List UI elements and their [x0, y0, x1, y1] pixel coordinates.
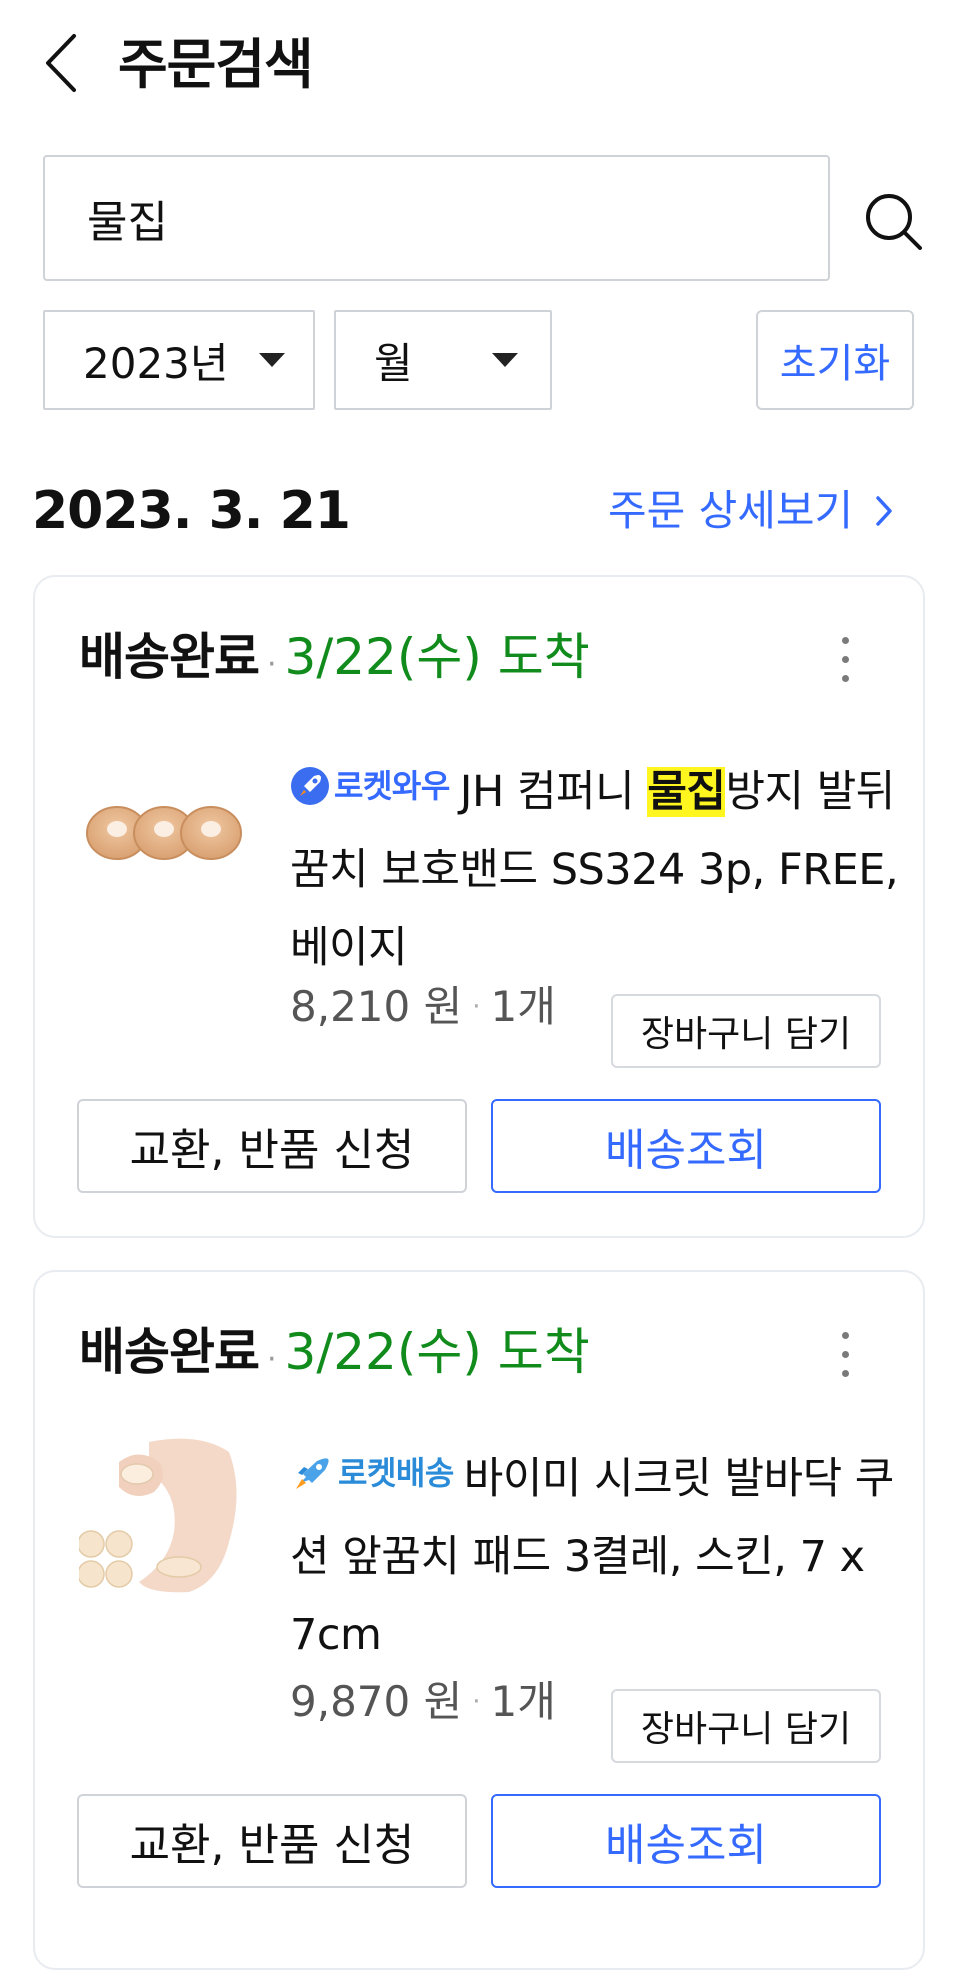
product-thumbnail[interactable] — [77, 1432, 249, 1602]
search-button[interactable] — [862, 190, 924, 252]
search-icon — [866, 194, 922, 250]
more-icon-dot — [841, 1370, 849, 1377]
badge-label: 로켓배송 — [338, 1454, 454, 1492]
product-name[interactable]: 로켓와우 JH 컴퍼니 물집방지 발뒤꿈치 보호밴드 SS324 3p, FRE… — [290, 747, 910, 987]
price: 9,870 원 — [290, 1677, 463, 1726]
rocket-wow-icon — [291, 767, 329, 805]
add-to-cart-button[interactable]: 장바구니 담기 — [611, 1689, 881, 1763]
chevron-right-icon — [876, 496, 892, 526]
reset-button[interactable]: 초기화 — [756, 310, 914, 410]
blister-bandage-image — [86, 806, 242, 860]
quantity: 1개 — [490, 1677, 556, 1726]
separator-dot: · — [472, 992, 481, 1022]
delivery-status-line: 배송완료 · 3/22(수) 도착 — [79, 621, 590, 701]
quantity: 1개 — [490, 982, 556, 1031]
search-field[interactable] — [43, 155, 830, 281]
separator-dot: · — [267, 1342, 277, 1377]
rocket-icon — [296, 1458, 329, 1489]
more-options-button[interactable] — [837, 637, 853, 689]
search-input[interactable] — [87, 192, 828, 244]
separator-dot: · — [267, 647, 277, 682]
delivery-status: 배송완료 — [79, 628, 260, 686]
caret-down-icon — [492, 353, 518, 367]
price-line: 9,870 원 · 1개 — [290, 1672, 556, 1732]
order-detail-link[interactable]: 주문 상세보기 — [608, 478, 893, 544]
year-select-value: 2023년 — [83, 338, 229, 388]
product-thumbnail[interactable] — [79, 745, 249, 915]
price: 8,210 원 — [290, 982, 463, 1031]
chevron-left-icon — [46, 34, 76, 92]
rocket-delivery-badge: 로켓배송 — [290, 1434, 454, 1512]
order-detail-label: 주문 상세보기 — [608, 486, 854, 535]
more-options-button[interactable] — [837, 1332, 853, 1384]
track-delivery-button[interactable]: 배송조회 — [491, 1099, 881, 1193]
product-name[interactable]: 로켓배송 바이미 시크릿 발바닥 쿠션 앞꿈치 패드 3켤레, 스킨, 7 x … — [290, 1434, 910, 1674]
delivery-status-line: 배송완료 · 3/22(수) 도착 — [79, 1316, 590, 1396]
order-card: 배송완료 · 3/22(수) 도착 로켓와우 JH 컴퍼니 물집방지 발뒤꿈치 … — [33, 575, 925, 1238]
more-icon-dot — [841, 656, 849, 663]
search-highlight: 물집 — [647, 767, 726, 817]
track-delivery-button[interactable]: 배송조회 — [491, 1794, 881, 1888]
caret-down-icon — [259, 353, 285, 367]
back-button[interactable] — [38, 28, 88, 98]
year-select[interactable]: 2023년 — [43, 310, 315, 410]
more-icon — [841, 637, 849, 644]
order-card: 배송완료 · 3/22(수) 도착 로켓배송 바이미 시크릿 발바닥 쿠션 앞꿈… — [33, 1270, 925, 1970]
month-select[interactable]: 월 — [334, 310, 552, 410]
month-select-value: 월 — [374, 338, 413, 388]
more-icon-dot — [841, 1351, 849, 1358]
more-icon-dot — [841, 675, 849, 682]
arrival-date: 3/22(수) 도착 — [284, 1323, 590, 1381]
badge-label: 로켓와우 — [334, 767, 450, 805]
more-icon — [841, 1332, 849, 1339]
exchange-return-button[interactable]: 교환, 반품 신청 — [77, 1099, 467, 1193]
price-line: 8,210 원 · 1개 — [290, 977, 556, 1037]
page-title: 주문검색 — [118, 33, 314, 96]
delivery-status: 배송완료 — [79, 1323, 260, 1381]
order-date: 2023. 3. 21 — [32, 481, 351, 541]
product-name-prefix: JH 컴퍼니 — [459, 767, 648, 817]
separator-dot: · — [472, 1687, 481, 1717]
exchange-return-button[interactable]: 교환, 반품 신청 — [77, 1794, 467, 1888]
foot-cushion-image — [77, 1432, 249, 1602]
arrival-date: 3/22(수) 도착 — [284, 628, 590, 686]
add-to-cart-button[interactable]: 장바구니 담기 — [611, 994, 881, 1068]
rocket-wow-badge: 로켓와우 — [290, 747, 450, 825]
